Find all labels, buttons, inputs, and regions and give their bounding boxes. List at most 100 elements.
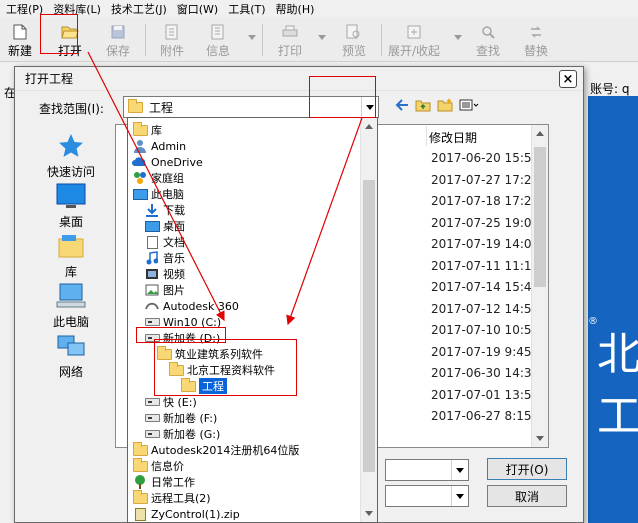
scrollbar-thumb[interactable]	[363, 180, 375, 472]
file-name-input[interactable]	[385, 459, 469, 481]
back-arrow-icon[interactable]	[395, 99, 409, 114]
toolbar: 新建 打开 保存 附件 信息 打印 预览 展开/收起 查找 替换	[0, 18, 638, 62]
column-header-date[interactable]: 修改日期	[429, 129, 477, 146]
network-icon	[55, 331, 87, 361]
list-item-date: 2017-07-01 13:59	[431, 387, 540, 402]
desktop-icon	[55, 181, 87, 211]
tree-item-this-pc[interactable]: 此电脑	[132, 186, 364, 202]
tree-item-downloads[interactable]: 下载	[144, 202, 376, 218]
download-icon	[144, 203, 160, 217]
place-this-pc[interactable]: 此电脑	[35, 281, 107, 330]
close-button[interactable]: ×	[559, 70, 577, 88]
folder-icon	[132, 441, 148, 457]
computer-icon	[55, 281, 87, 311]
file-type-select[interactable]	[385, 485, 469, 507]
tree-item-onedrive[interactable]: OneDrive	[132, 154, 364, 170]
tree-item-homegroup[interactable]: 家庭组	[132, 170, 364, 186]
new-file-icon	[11, 23, 29, 41]
menu-project[interactable]: 工程(P)	[6, 1, 43, 17]
tree-item-autodesk-360[interactable]: Autodesk 360	[144, 298, 376, 314]
list-item-date: 2017-07-10 10:59	[431, 323, 540, 337]
star-icon	[55, 131, 87, 161]
info-button[interactable]: 信息	[206, 20, 230, 60]
find-button[interactable]: 查找	[476, 20, 500, 60]
chevron-down-icon[interactable]	[451, 460, 468, 480]
list-item-date: 2017-06-30 14:32	[431, 366, 540, 380]
expand-collapse-button[interactable]: 展开/收起	[388, 20, 440, 60]
replace-button[interactable]: 替换	[524, 20, 548, 60]
date-column: 2017-06-20 15:58 2017-07-27 17:20 2017-0…	[431, 151, 539, 431]
cancel-button[interactable]: 取消	[487, 485, 567, 507]
tree-item-autodesk-keygen[interactable]: Autodesk2014注册机64位版	[132, 441, 364, 458]
menu-technique[interactable]: 技术工艺(J)	[111, 1, 167, 17]
dropdown-scrollbar[interactable]	[360, 118, 377, 522]
chevron-down-icon[interactable]	[248, 35, 256, 40]
tree-item-admin[interactable]: Admin	[132, 138, 364, 154]
save-button[interactable]: 保存	[106, 20, 130, 60]
tree-item-drive-g[interactable]: 新加卷 (G:)	[144, 426, 376, 442]
print-button[interactable]: 打印	[278, 20, 302, 60]
chevron-down-icon[interactable]	[451, 486, 468, 506]
chevron-down-icon[interactable]	[454, 35, 462, 40]
scroll-down-icon[interactable]	[365, 511, 373, 516]
scroll-up-icon[interactable]	[536, 131, 544, 136]
folder-icon	[132, 489, 148, 505]
tree-item-library[interactable]: 库	[132, 121, 364, 138]
tree-item-daily-work[interactable]: 日常工作	[132, 474, 364, 490]
menu-window[interactable]: 窗口(W)	[177, 1, 218, 17]
computer-icon	[132, 187, 148, 201]
tree-item-remote-tools[interactable]: 远程工具(2)	[132, 489, 364, 506]
tree-item-drive-e[interactable]: 快 (E:)	[144, 394, 376, 410]
nav-toolbar	[395, 98, 479, 115]
preview-button[interactable]: 预览	[342, 20, 366, 60]
menu-help[interactable]: 帮助(H)	[276, 1, 315, 17]
list-item-date: 2017-07-27 17:20	[431, 172, 540, 187]
list-item-date: 2017-07-12 14:52	[431, 301, 540, 316]
list-item-date: 2017-06-20 15:58	[431, 151, 540, 165]
scroll-down-icon[interactable]	[536, 436, 544, 441]
cloud-icon	[132, 155, 148, 169]
desktop-icon	[144, 219, 160, 233]
new-folder-icon[interactable]	[437, 98, 453, 115]
tree-item-info-price[interactable]: 信息价	[132, 457, 364, 474]
library-icon	[55, 231, 87, 261]
tree-item-videos[interactable]: 视频	[144, 266, 376, 282]
list-item-date: 2017-07-25 19:04	[431, 215, 540, 230]
tree-item-music[interactable]: 音乐	[144, 250, 376, 266]
replace-icon	[527, 23, 545, 41]
tree-item-drive-f[interactable]: 新加卷 (F:)	[144, 410, 376, 426]
drive-icon	[144, 411, 160, 425]
attachment-icon	[163, 23, 181, 41]
tree-item-zycontrol-zip[interactable]: ZyControl(1).zip	[132, 506, 364, 522]
banner-text-2: 工	[597, 391, 638, 442]
tree-item-desktop[interactable]: 桌面	[144, 218, 376, 234]
new-button[interactable]: 新建	[8, 20, 32, 60]
place-quick-access[interactable]: 快速访问	[35, 131, 107, 180]
chevron-down-icon[interactable]	[318, 35, 326, 40]
annotation-box-project-path	[154, 339, 297, 396]
scroll-up-icon[interactable]	[365, 124, 373, 129]
menu-tools[interactable]: 工具(T)	[228, 1, 265, 17]
view-menu-icon[interactable]	[459, 99, 479, 114]
document-icon	[144, 235, 160, 249]
up-folder-icon[interactable]	[415, 98, 431, 115]
look-in-value: 工程	[149, 100, 174, 115]
open-file-button[interactable]: 打开(O)	[487, 458, 567, 480]
tree-item-documents[interactable]: 文档	[144, 234, 376, 250]
info-icon	[209, 23, 227, 41]
look-in-dropdown-list[interactable]: 库 Admin OneDrive 家庭组 此电脑 下载 桌面 文档 音乐 视频 …	[127, 117, 378, 523]
place-desktop[interactable]: 桌面	[35, 181, 107, 230]
picture-icon	[144, 283, 160, 297]
list-item-date: 2017-06-27 8:15	[431, 409, 532, 423]
find-icon	[479, 23, 497, 41]
tree-item-pictures[interactable]: 图片	[144, 282, 376, 298]
place-library[interactable]: 库	[35, 231, 107, 280]
video-icon	[144, 267, 160, 281]
scrollbar-thumb[interactable]	[534, 147, 546, 287]
place-network[interactable]: 网络	[35, 331, 107, 380]
autodesk-icon	[144, 299, 160, 313]
toolbar-separator	[381, 24, 382, 56]
attachment-button[interactable]: 附件	[160, 20, 184, 60]
tree-icon	[132, 475, 148, 489]
file-list-scrollbar[interactable]	[531, 125, 548, 447]
